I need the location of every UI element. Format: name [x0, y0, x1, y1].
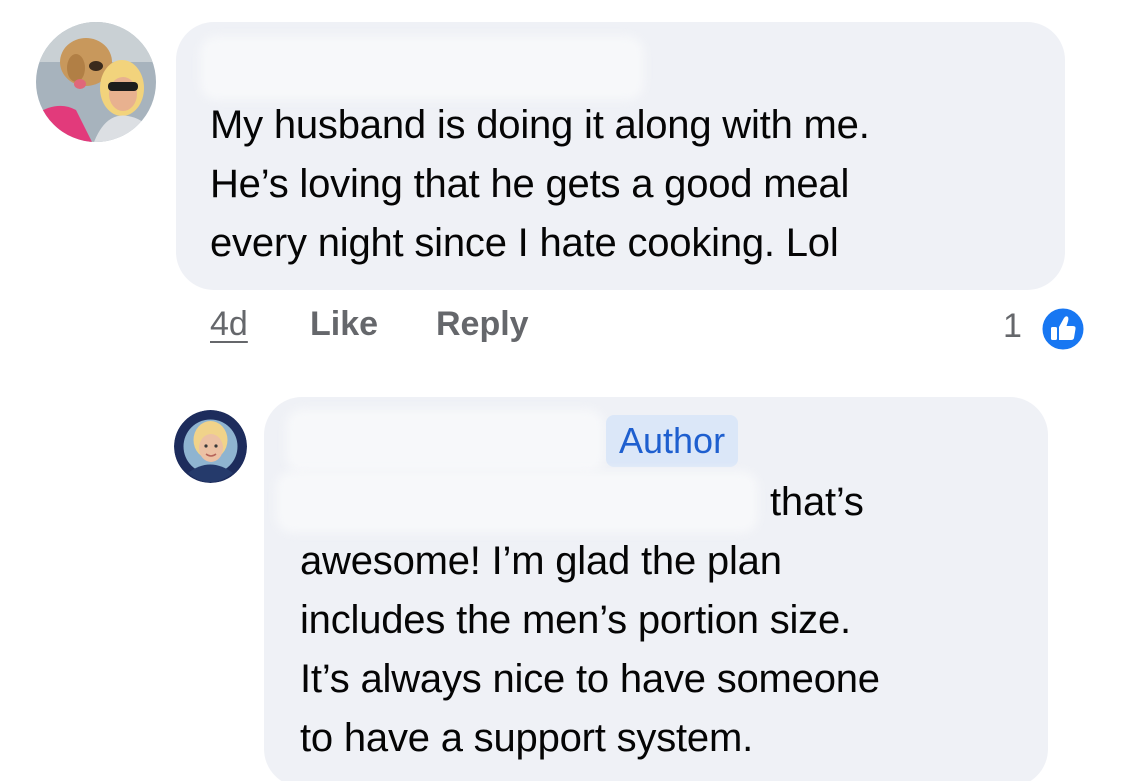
redacted-author-name[interactable]: [206, 42, 638, 94]
like-button[interactable]: Like: [310, 305, 378, 344]
comment-line: includes the men’s portion size.: [300, 598, 851, 642]
comment-line: to have a support system.: [300, 716, 754, 760]
author-badge: Author: [606, 415, 739, 467]
comment-line: He’s loving that he gets a good meal: [210, 162, 850, 206]
reply-button[interactable]: Reply: [436, 305, 529, 344]
redacted-mention[interactable]: [282, 477, 752, 527]
comment-bubble: My husband is doing it along with me. He…: [176, 22, 1065, 290]
avatar-photo: [36, 22, 156, 142]
reply-bubble: Author that’s awesome! I’m glad the plan…: [264, 397, 1048, 781]
avatar-photo: [174, 410, 247, 483]
like-thumbs-up-icon: [1039, 305, 1087, 353]
comment-line: It’s always nice to have someone: [300, 657, 880, 701]
comment-line: My husband is doing it along with me.: [210, 103, 870, 147]
comment-timestamp-link[interactable]: 4d: [210, 305, 248, 344]
reaction-count: 1: [1003, 307, 1022, 345]
commenter-avatar[interactable]: [36, 22, 156, 142]
redacted-author-name[interactable]: [292, 415, 598, 467]
comment-line: that’s: [770, 480, 864, 524]
comment-body: My husband is doing it along with me. He…: [210, 96, 1050, 273]
comment-line: every night since I hate cooking. Lol: [210, 221, 839, 265]
comment-thread: My husband is doing it along with me. He…: [0, 0, 1125, 781]
comment-line: awesome! I’m glad the plan: [300, 539, 782, 583]
author-avatar[interactable]: [174, 410, 247, 483]
